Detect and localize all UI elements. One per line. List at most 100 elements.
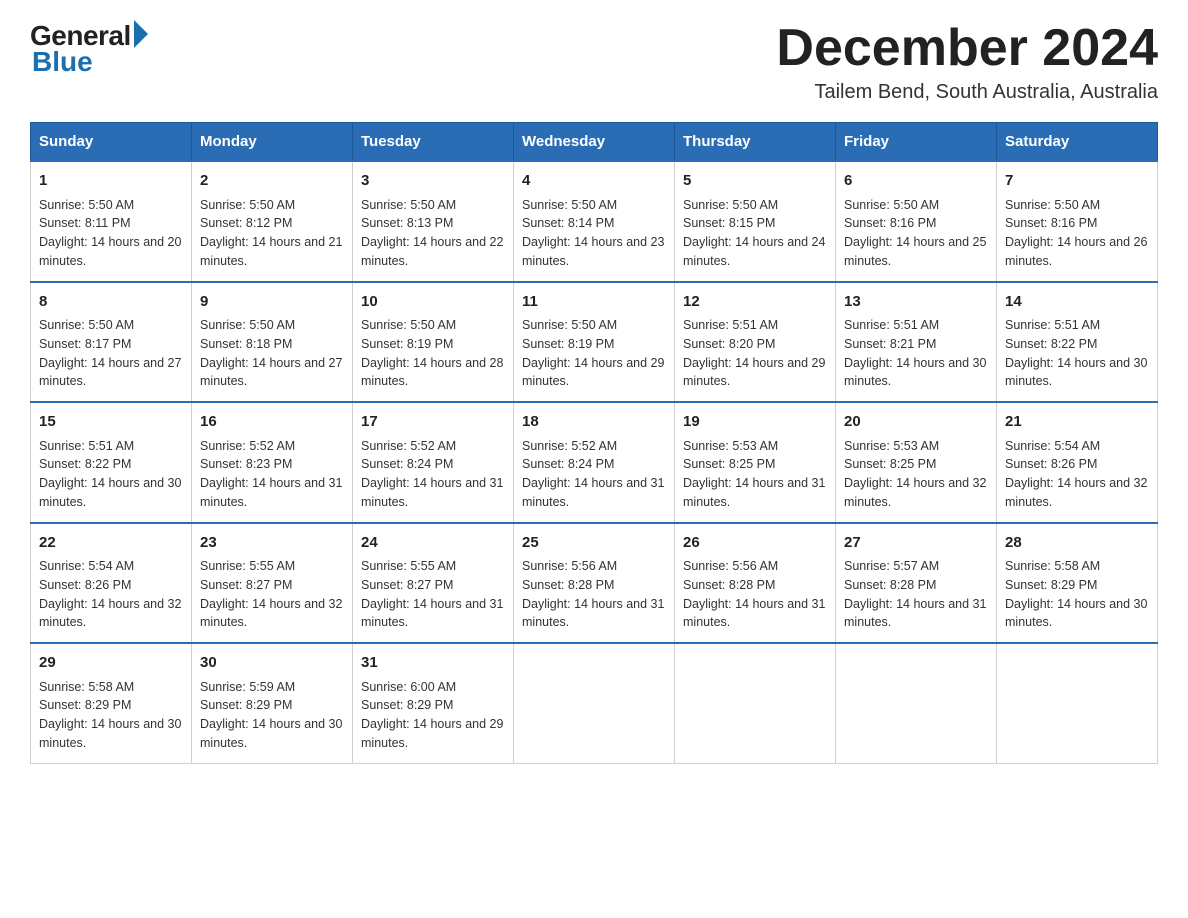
day-cell: 23 Sunrise: 5:55 AMSunset: 8:27 PMDaylig…	[192, 523, 353, 644]
day-cell: 24 Sunrise: 5:55 AMSunset: 8:27 PMDaylig…	[353, 523, 514, 644]
day-number: 25	[522, 532, 666, 555]
day-info: Sunrise: 5:53 AMSunset: 8:25 PMDaylight:…	[844, 439, 986, 509]
day-cell: 19 Sunrise: 5:53 AMSunset: 8:25 PMDaylig…	[675, 402, 836, 523]
day-cell: 26 Sunrise: 5:56 AMSunset: 8:28 PMDaylig…	[675, 523, 836, 644]
day-cell: 15 Sunrise: 5:51 AMSunset: 8:22 PMDaylig…	[31, 402, 192, 523]
month-title: December 2024	[776, 20, 1158, 77]
day-info: Sunrise: 5:52 AMSunset: 8:23 PMDaylight:…	[200, 439, 342, 509]
day-cell: 12 Sunrise: 5:51 AMSunset: 8:20 PMDaylig…	[675, 282, 836, 403]
day-cell: 28 Sunrise: 5:58 AMSunset: 8:29 PMDaylig…	[997, 523, 1158, 644]
day-cell: 10 Sunrise: 5:50 AMSunset: 8:19 PMDaylig…	[353, 282, 514, 403]
day-number: 3	[361, 170, 505, 193]
day-cell: 22 Sunrise: 5:54 AMSunset: 8:26 PMDaylig…	[31, 523, 192, 644]
day-number: 7	[1005, 170, 1149, 193]
header-monday: Monday	[192, 123, 353, 162]
day-number: 31	[361, 652, 505, 675]
week-row-1: 1 Sunrise: 5:50 AMSunset: 8:11 PMDayligh…	[31, 161, 1158, 282]
day-number: 12	[683, 291, 827, 314]
week-row-3: 15 Sunrise: 5:51 AMSunset: 8:22 PMDaylig…	[31, 402, 1158, 523]
day-info: Sunrise: 5:58 AMSunset: 8:29 PMDaylight:…	[39, 680, 181, 750]
day-number: 8	[39, 291, 183, 314]
day-number: 23	[200, 532, 344, 555]
day-cell: 20 Sunrise: 5:53 AMSunset: 8:25 PMDaylig…	[836, 402, 997, 523]
day-info: Sunrise: 5:50 AMSunset: 8:19 PMDaylight:…	[522, 318, 664, 388]
day-cell: 21 Sunrise: 5:54 AMSunset: 8:26 PMDaylig…	[997, 402, 1158, 523]
day-info: Sunrise: 5:55 AMSunset: 8:27 PMDaylight:…	[361, 559, 503, 629]
header-tuesday: Tuesday	[353, 123, 514, 162]
day-cell: 7 Sunrise: 5:50 AMSunset: 8:16 PMDayligh…	[997, 161, 1158, 282]
day-cell: 4 Sunrise: 5:50 AMSunset: 8:14 PMDayligh…	[514, 161, 675, 282]
day-number: 4	[522, 170, 666, 193]
day-number: 9	[200, 291, 344, 314]
page-header: General Blue December 2024 Tailem Bend, …	[30, 20, 1158, 104]
day-cell: 18 Sunrise: 5:52 AMSunset: 8:24 PMDaylig…	[514, 402, 675, 523]
day-number: 21	[1005, 411, 1149, 434]
day-info: Sunrise: 5:51 AMSunset: 8:22 PMDaylight:…	[1005, 318, 1147, 388]
day-info: Sunrise: 5:50 AMSunset: 8:18 PMDaylight:…	[200, 318, 342, 388]
day-number: 6	[844, 170, 988, 193]
week-row-2: 8 Sunrise: 5:50 AMSunset: 8:17 PMDayligh…	[31, 282, 1158, 403]
day-info: Sunrise: 5:50 AMSunset: 8:14 PMDaylight:…	[522, 198, 664, 268]
day-info: Sunrise: 5:50 AMSunset: 8:11 PMDaylight:…	[39, 198, 181, 268]
header-row: SundayMondayTuesdayWednesdayThursdayFrid…	[31, 123, 1158, 162]
day-cell	[997, 643, 1158, 763]
day-cell	[514, 643, 675, 763]
day-cell: 16 Sunrise: 5:52 AMSunset: 8:23 PMDaylig…	[192, 402, 353, 523]
day-number: 28	[1005, 532, 1149, 555]
day-cell: 29 Sunrise: 5:58 AMSunset: 8:29 PMDaylig…	[31, 643, 192, 763]
day-cell: 30 Sunrise: 5:59 AMSunset: 8:29 PMDaylig…	[192, 643, 353, 763]
header-thursday: Thursday	[675, 123, 836, 162]
day-number: 5	[683, 170, 827, 193]
calendar-header: SundayMondayTuesdayWednesdayThursdayFrid…	[31, 123, 1158, 162]
day-cell: 6 Sunrise: 5:50 AMSunset: 8:16 PMDayligh…	[836, 161, 997, 282]
day-info: Sunrise: 5:56 AMSunset: 8:28 PMDaylight:…	[522, 559, 664, 629]
day-info: Sunrise: 5:59 AMSunset: 8:29 PMDaylight:…	[200, 680, 342, 750]
day-info: Sunrise: 5:50 AMSunset: 8:16 PMDaylight:…	[844, 198, 986, 268]
day-cell: 9 Sunrise: 5:50 AMSunset: 8:18 PMDayligh…	[192, 282, 353, 403]
day-info: Sunrise: 5:54 AMSunset: 8:26 PMDaylight:…	[39, 559, 181, 629]
day-info: Sunrise: 5:51 AMSunset: 8:22 PMDaylight:…	[39, 439, 181, 509]
day-number: 24	[361, 532, 505, 555]
day-number: 27	[844, 532, 988, 555]
day-number: 11	[522, 291, 666, 314]
day-info: Sunrise: 5:53 AMSunset: 8:25 PMDaylight:…	[683, 439, 825, 509]
day-info: Sunrise: 6:00 AMSunset: 8:29 PMDaylight:…	[361, 680, 503, 750]
day-number: 22	[39, 532, 183, 555]
day-cell: 14 Sunrise: 5:51 AMSunset: 8:22 PMDaylig…	[997, 282, 1158, 403]
day-cell: 5 Sunrise: 5:50 AMSunset: 8:15 PMDayligh…	[675, 161, 836, 282]
calendar-body: 1 Sunrise: 5:50 AMSunset: 8:11 PMDayligh…	[31, 161, 1158, 763]
day-info: Sunrise: 5:54 AMSunset: 8:26 PMDaylight:…	[1005, 439, 1147, 509]
day-cell	[836, 643, 997, 763]
day-info: Sunrise: 5:57 AMSunset: 8:28 PMDaylight:…	[844, 559, 986, 629]
location-subtitle: Tailem Bend, South Australia, Australia	[776, 81, 1158, 104]
day-number: 19	[683, 411, 827, 434]
day-cell: 31 Sunrise: 6:00 AMSunset: 8:29 PMDaylig…	[353, 643, 514, 763]
day-number: 10	[361, 291, 505, 314]
day-info: Sunrise: 5:55 AMSunset: 8:27 PMDaylight:…	[200, 559, 342, 629]
day-cell: 1 Sunrise: 5:50 AMSunset: 8:11 PMDayligh…	[31, 161, 192, 282]
day-cell: 3 Sunrise: 5:50 AMSunset: 8:13 PMDayligh…	[353, 161, 514, 282]
day-cell: 2 Sunrise: 5:50 AMSunset: 8:12 PMDayligh…	[192, 161, 353, 282]
day-info: Sunrise: 5:50 AMSunset: 8:19 PMDaylight:…	[361, 318, 503, 388]
day-info: Sunrise: 5:56 AMSunset: 8:28 PMDaylight:…	[683, 559, 825, 629]
day-cell	[675, 643, 836, 763]
day-number: 20	[844, 411, 988, 434]
day-number: 18	[522, 411, 666, 434]
day-number: 30	[200, 652, 344, 675]
header-saturday: Saturday	[997, 123, 1158, 162]
day-number: 17	[361, 411, 505, 434]
day-number: 15	[39, 411, 183, 434]
day-number: 2	[200, 170, 344, 193]
week-row-4: 22 Sunrise: 5:54 AMSunset: 8:26 PMDaylig…	[31, 523, 1158, 644]
header-friday: Friday	[836, 123, 997, 162]
day-number: 13	[844, 291, 988, 314]
day-cell: 27 Sunrise: 5:57 AMSunset: 8:28 PMDaylig…	[836, 523, 997, 644]
day-number: 16	[200, 411, 344, 434]
day-number: 1	[39, 170, 183, 193]
day-info: Sunrise: 5:50 AMSunset: 8:12 PMDaylight:…	[200, 198, 342, 268]
logo-blue-text: Blue	[30, 46, 93, 78]
day-info: Sunrise: 5:50 AMSunset: 8:13 PMDaylight:…	[361, 198, 503, 268]
day-cell: 13 Sunrise: 5:51 AMSunset: 8:21 PMDaylig…	[836, 282, 997, 403]
header-sunday: Sunday	[31, 123, 192, 162]
day-info: Sunrise: 5:52 AMSunset: 8:24 PMDaylight:…	[522, 439, 664, 509]
